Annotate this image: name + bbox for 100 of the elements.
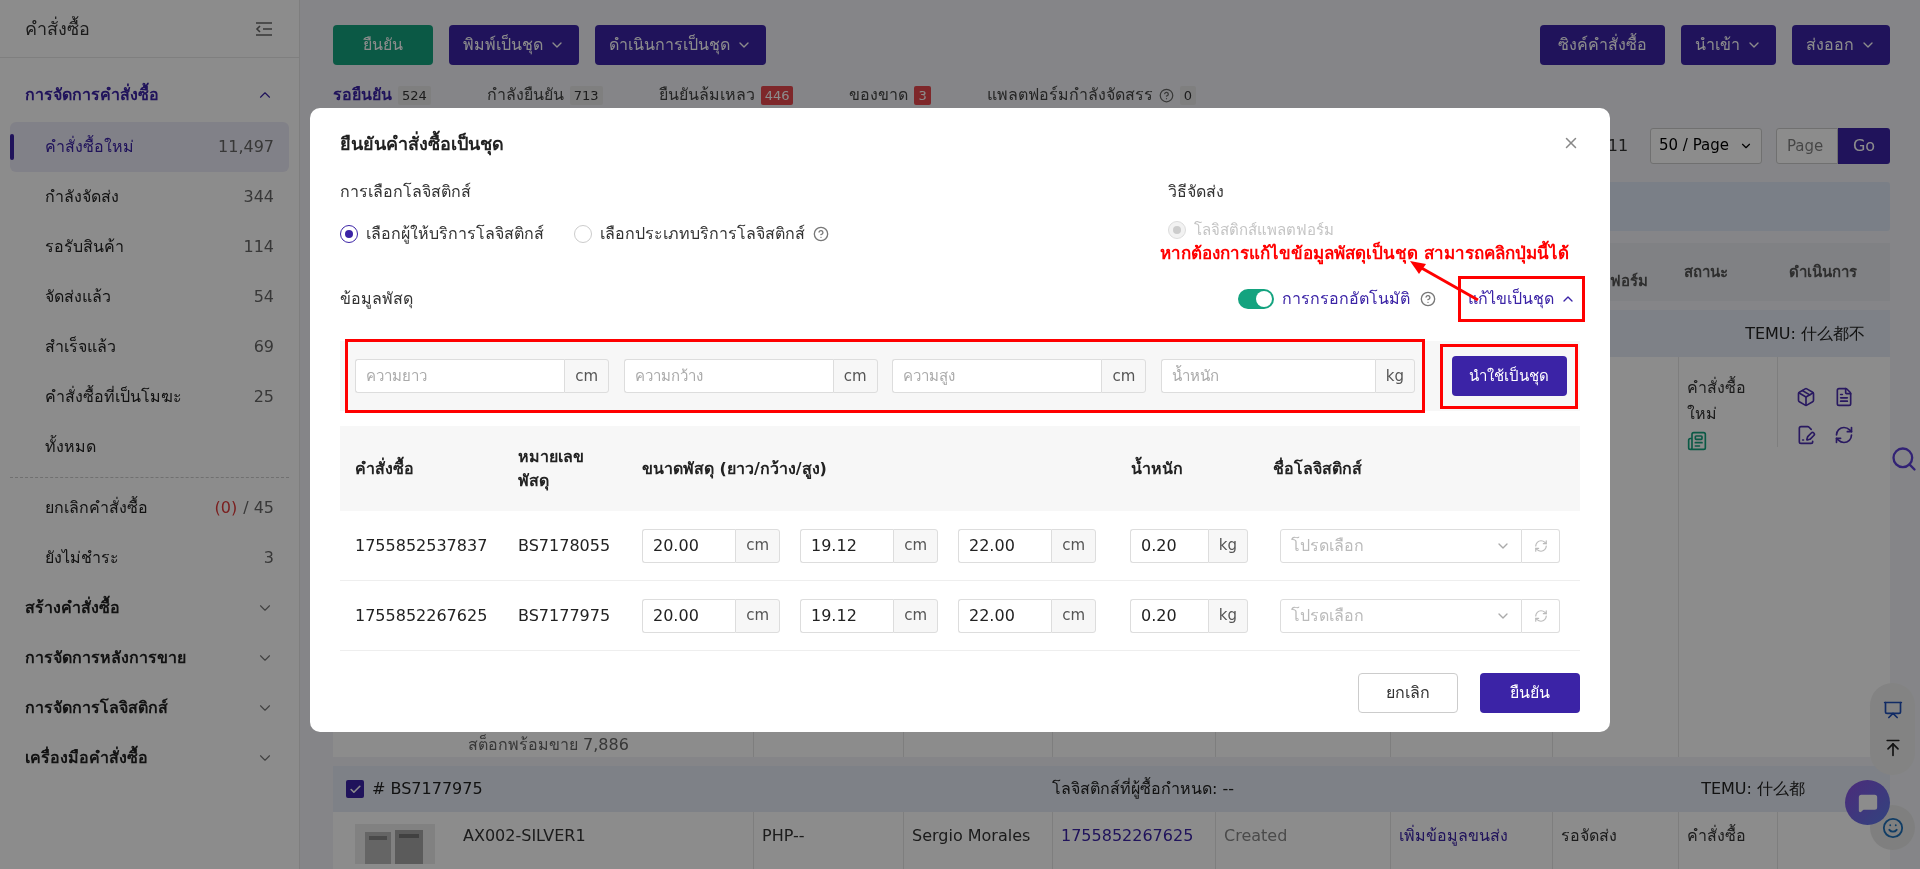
column-header: น้ำหนัก: [1131, 458, 1183, 478]
smiley-icon: [1881, 816, 1904, 839]
item-label: สำเร็จแล้ว: [45, 335, 116, 358]
column-header: ชื่อโลจิสติกส์: [1273, 458, 1362, 478]
sidebar-item[interactable]: สำเร็จแล้ว 69: [10, 322, 289, 372]
status-tab[interactable]: ยืนยันล้มเหลว 446: [658, 83, 794, 108]
batch-input-field[interactable]: ความกว้าง: [623, 359, 833, 393]
platform-status: Created: [1224, 826, 1288, 846]
column-header: ฟอร์ม: [1610, 271, 1648, 293]
dimension-field[interactable]: 20.00: [642, 598, 736, 633]
unit-label: cm: [1051, 528, 1096, 563]
sidebar-item[interactable]: กำลังจัดส่ง 344: [10, 172, 289, 222]
sidebar-section[interactable]: สร้างคำสั่งซื้อ: [10, 583, 289, 633]
sidebar-item[interactable]: ยกเลิกคำสั่งซื้อ (0) / 45: [10, 483, 289, 533]
toolbar-button[interactable]: ส่งออก: [1792, 25, 1890, 65]
sidebar-item[interactable]: ยังไม่ชำระ 3: [10, 533, 289, 583]
checkbox[interactable]: [346, 780, 364, 799]
column-header: หมายเลขพัสดุ: [518, 446, 584, 490]
unit-label: cm: [832, 359, 878, 393]
refresh-icon[interactable]: [1834, 425, 1854, 446]
weight-field[interactable]: 0.20: [1130, 598, 1208, 633]
status-text: คำสั่งซื้อใหม่: [1687, 375, 1747, 426]
status-tab[interactable]: กำลังยืนยัน 713: [486, 83, 603, 108]
section-label: วิธีจัดส่ง: [1168, 181, 1225, 203]
sidebar-title: คำสั่งซื้อ: [25, 15, 90, 41]
sidebar-section[interactable]: การจัดการคำสั่งซื้อ: [10, 70, 289, 120]
refresh-icon: [1533, 608, 1548, 623]
sidebar-section[interactable]: การจัดการหลังการขาย: [10, 633, 289, 683]
unit-label: cm: [893, 528, 938, 563]
apply-button[interactable]: นำใช้เป็นชุด: [1451, 356, 1567, 396]
dialog-button[interactable]: ยกเลิก: [1358, 673, 1458, 713]
buyer-logistics: โลจิสติกส์ที่ผู้ซื้อกำหนด: --: [1052, 777, 1235, 801]
radio-option[interactable]: เลือกประเภทบริการโลจิสติกส์: [574, 222, 829, 246]
sidebar-item[interactable]: คำสั่งซื้อที่เป็นโมฆะ 25: [10, 372, 289, 422]
dimension-field[interactable]: 22.00: [958, 598, 1052, 633]
price-text: PHP--: [762, 826, 805, 846]
document-edit-icon[interactable]: [1796, 425, 1816, 446]
unit-label: cm: [564, 359, 609, 393]
status-tab[interactable]: แพลตฟอร์มกำลังจัดสรร 0: [986, 83, 1197, 108]
weight-field[interactable]: 0.20: [1130, 528, 1208, 563]
item-count: 344: [243, 186, 274, 208]
dialog-button[interactable]: ยืนยัน: [1480, 673, 1580, 713]
add-shipping-link[interactable]: เพิ่มข้อมูลขนส่ง: [1399, 826, 1508, 846]
package-icon[interactable]: [1796, 387, 1816, 408]
help-icon: [813, 226, 829, 242]
toolbar-button[interactable]: นำเข้า: [1681, 25, 1776, 65]
toggle-switch[interactable]: [1238, 289, 1274, 309]
parcel-number: # BS7177975: [372, 778, 483, 801]
order-link[interactable]: 1755852267625: [1061, 826, 1194, 846]
sidebar-item[interactable]: จัดส่งแล้ว 54: [10, 272, 289, 322]
count-badge: 524: [398, 85, 431, 106]
unit-label: kg: [1374, 359, 1415, 393]
dialog-title: ยืนยันคำสั่งซื้อเป็นชุด: [340, 129, 504, 157]
sidebar-item[interactable]: คำสั่งซื้อใหม่ 11,497: [10, 122, 289, 172]
dimension-field[interactable]: 22.00: [958, 528, 1052, 563]
batch-edit-link[interactable]: แก้ไขเป็นชุด: [1467, 287, 1576, 311]
toolbar-button[interactable]: พิมพ์เป็นชุด: [449, 25, 579, 65]
item-label: จัดส่งแล้ว: [45, 286, 111, 308]
stock-text: สต็อกพร้อมขาย 7,886: [468, 733, 630, 757]
dimension-field[interactable]: 19.12: [800, 528, 894, 563]
page-size-select[interactable]: 50 / Page: [1650, 127, 1762, 164]
sidebar-section[interactable]: การจัดการโลจิสติกส์: [10, 683, 289, 733]
column-header: สถานะ: [1684, 261, 1728, 283]
dimension-field[interactable]: 20.00: [642, 528, 736, 563]
radio-label: โลจิสติกส์แพลตฟอร์ม: [1194, 221, 1334, 239]
item-label: กำลังจัดส่ง: [45, 186, 119, 208]
batch-input-field[interactable]: น้ำหนัก: [1160, 359, 1375, 393]
item-label: ยังไม่ชำระ: [45, 547, 119, 569]
document-icon[interactable]: [1834, 387, 1854, 408]
count-badge: 446: [760, 85, 794, 106]
status-tab[interactable]: รอยืนยัน 524: [333, 83, 431, 108]
sidebar-item[interactable]: รอรับสินค้า 114: [10, 222, 289, 272]
chat-icon: [1857, 792, 1878, 813]
unit-label: cm: [1051, 598, 1096, 633]
item-count: 11,497: [218, 136, 274, 158]
toolbar-button[interactable]: ดำเนินการเป็นชุด: [595, 25, 766, 65]
batch-input-field[interactable]: ความสูง: [892, 359, 1102, 393]
search-icon[interactable]: [1890, 445, 1918, 473]
dimension-field[interactable]: 19.12: [800, 598, 894, 633]
board-icon[interactable]: [1882, 700, 1903, 720]
item-count: / 45: [243, 497, 274, 519]
column-header: ขนาดพัสดุ (ยาว/กว้าง/สูง): [642, 458, 827, 478]
toggle-label: การกรอกอัตโนมัติ: [1282, 288, 1410, 310]
section-label: การเลือกโลจิสติกส์: [340, 181, 472, 203]
sidebar-section[interactable]: เครื่องมือคำสั่งซื้อ: [10, 733, 289, 783]
item-label: ยกเลิกคำสั่งซื้อ: [45, 496, 148, 519]
collapse-menu-icon[interactable]: [254, 20, 274, 37]
go-button[interactable]: Go: [1838, 127, 1890, 164]
status-tab[interactable]: ของขาด 3: [849, 83, 931, 108]
radio-option[interactable]: เลือกผู้ให้บริการโลจิสติกส์: [340, 222, 544, 246]
page-input[interactable]: Page: [1776, 127, 1838, 164]
item-label: รอรับสินค้า: [45, 236, 124, 258]
unit-label: cm: [893, 598, 938, 633]
buyer-name: Sergio Morales: [912, 826, 1031, 846]
batch-input-field[interactable]: ความยาว: [355, 359, 565, 393]
sidebar-item[interactable]: ทั้งหมด: [10, 422, 289, 472]
item-count: 25: [253, 386, 274, 408]
item-label: ทั้งหมด: [45, 435, 96, 458]
parcel-number: BS7178055: [518, 535, 611, 555]
toolbar-button[interactable]: ซิงค์คำสั่งซื้อ: [1540, 25, 1665, 65]
